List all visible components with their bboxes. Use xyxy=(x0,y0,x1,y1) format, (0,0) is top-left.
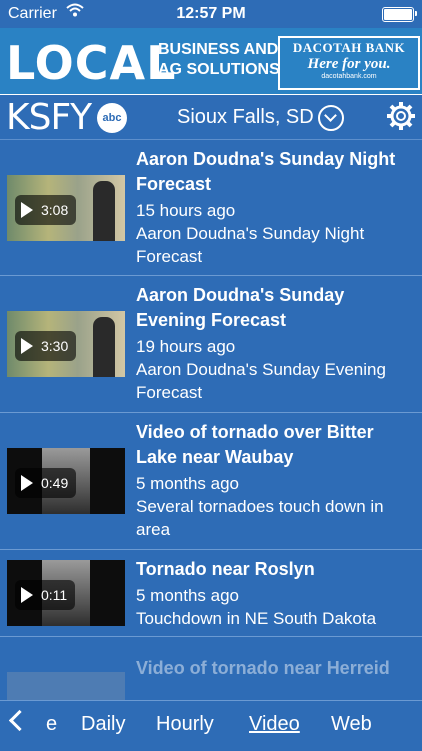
video-duration: 0:11 xyxy=(41,587,68,603)
video-age: 15 hours ago xyxy=(136,201,236,220)
bank-name: DACOTAH BANK xyxy=(292,40,406,55)
list-item[interactable]: 3:08 Aaron Doudna's Sunday Night Forecas… xyxy=(0,140,422,276)
video-title: Video of tornado near Herreid xyxy=(136,658,390,678)
status-bar: Carrier 12:57 PM xyxy=(0,0,422,28)
thumbnail-image xyxy=(93,181,115,241)
play-badge[interactable]: 0:49 xyxy=(15,468,77,498)
ad-headline: LOCAL xyxy=(6,36,177,90)
video-text: Aaron Doudna's Sunday Evening Forecast 1… xyxy=(136,283,416,404)
video-description: Several tornadoes touch down in area xyxy=(136,497,384,539)
tab-web[interactable]: Web xyxy=(331,713,372,736)
list-item[interactable]: 3:30 Aaron Doudna's Sunday Evening Forec… xyxy=(0,276,422,413)
ad-line-1: BUSINESS AND xyxy=(158,41,279,58)
thumbnail-image xyxy=(93,317,115,377)
list-item[interactable]: Video of tornado near Herreid xyxy=(0,636,422,700)
video-text: Tornado near Roslyn 5 months ago Touchdo… xyxy=(136,557,416,630)
video-duration: 3:08 xyxy=(41,202,69,218)
play-icon xyxy=(21,587,33,603)
video-thumbnail[interactable] xyxy=(7,672,125,700)
play-icon xyxy=(21,202,33,218)
bank-url: dacotahbank.com xyxy=(321,73,377,80)
video-thumbnail[interactable]: 3:08 xyxy=(7,175,125,241)
video-title: Video of tornado over Bitter Lake near W… xyxy=(136,422,374,467)
video-description: Aaron Doudna's Sunday Evening Forecast xyxy=(136,360,386,402)
video-age: 5 months ago xyxy=(136,586,240,605)
ad-line-2: AG SOLUTIONS xyxy=(158,61,280,78)
video-title: Tornado near Roslyn xyxy=(136,559,315,579)
app-header: KSFY abc Sioux Falls, SD xyxy=(0,95,422,140)
video-age: 5 months ago xyxy=(136,474,240,493)
battery-icon xyxy=(382,7,417,22)
location-label[interactable]: Sioux Falls, SD xyxy=(177,106,314,129)
bank-logo: DACOTAH BANK Here for you. dacotahbank.c… xyxy=(278,36,420,90)
video-text: Video of tornado over Bitter Lake near W… xyxy=(136,420,416,541)
video-thumbnail[interactable]: 3:30 xyxy=(7,311,125,377)
video-duration: 0:49 xyxy=(41,475,69,491)
tab-daily[interactable]: Daily xyxy=(81,713,125,736)
tab-partial[interactable]: e xyxy=(46,713,57,736)
chevron-down-icon[interactable] xyxy=(318,105,344,131)
abc-logo: abc xyxy=(97,103,127,133)
tab-hourly[interactable]: Hourly xyxy=(156,713,214,736)
play-badge[interactable]: 0:11 xyxy=(15,580,76,610)
play-icon xyxy=(21,338,33,354)
bank-slogan: Here for you. xyxy=(307,56,391,72)
video-thumbnail[interactable]: 0:11 xyxy=(7,560,125,626)
video-text: Aaron Doudna's Sunday Night Forecast 15 … xyxy=(136,147,416,268)
tab-video[interactable]: Video xyxy=(249,713,300,736)
video-age: 19 hours ago xyxy=(136,337,236,356)
gear-icon[interactable] xyxy=(386,101,416,136)
bottom-tab-bar: e Daily Hourly Video Web xyxy=(0,700,422,751)
station-logo: KSFY xyxy=(6,97,92,138)
video-description: Aaron Doudna's Sunday Night Forecast xyxy=(136,224,365,266)
ad-banner[interactable]: LOCAL BUSINESS AND AG SOLUTIONS DACOTAH … xyxy=(0,28,422,96)
video-title: Aaron Doudna's Sunday Night Forecast xyxy=(136,149,396,194)
ad-subtitle: BUSINESS AND AG SOLUTIONS xyxy=(158,40,280,80)
video-thumbnail[interactable]: 0:49 xyxy=(7,448,125,514)
video-description: Touchdown in NE South Dakota xyxy=(136,609,377,628)
play-badge[interactable]: 3:08 xyxy=(15,195,77,225)
list-item[interactable]: 0:11 Tornado near Roslyn 5 months ago To… xyxy=(0,550,422,637)
video-title: Aaron Doudna's Sunday Evening Forecast xyxy=(136,285,345,330)
play-icon xyxy=(21,475,33,491)
clock: 12:57 PM xyxy=(176,5,246,22)
play-badge[interactable]: 3:30 xyxy=(15,331,77,361)
chevron-left-icon[interactable] xyxy=(8,709,31,732)
list-item[interactable]: 0:49 Video of tornado over Bitter Lake n… xyxy=(0,413,422,550)
video-duration: 3:30 xyxy=(41,338,69,354)
video-text: Video of tornado near Herreid xyxy=(136,656,416,681)
